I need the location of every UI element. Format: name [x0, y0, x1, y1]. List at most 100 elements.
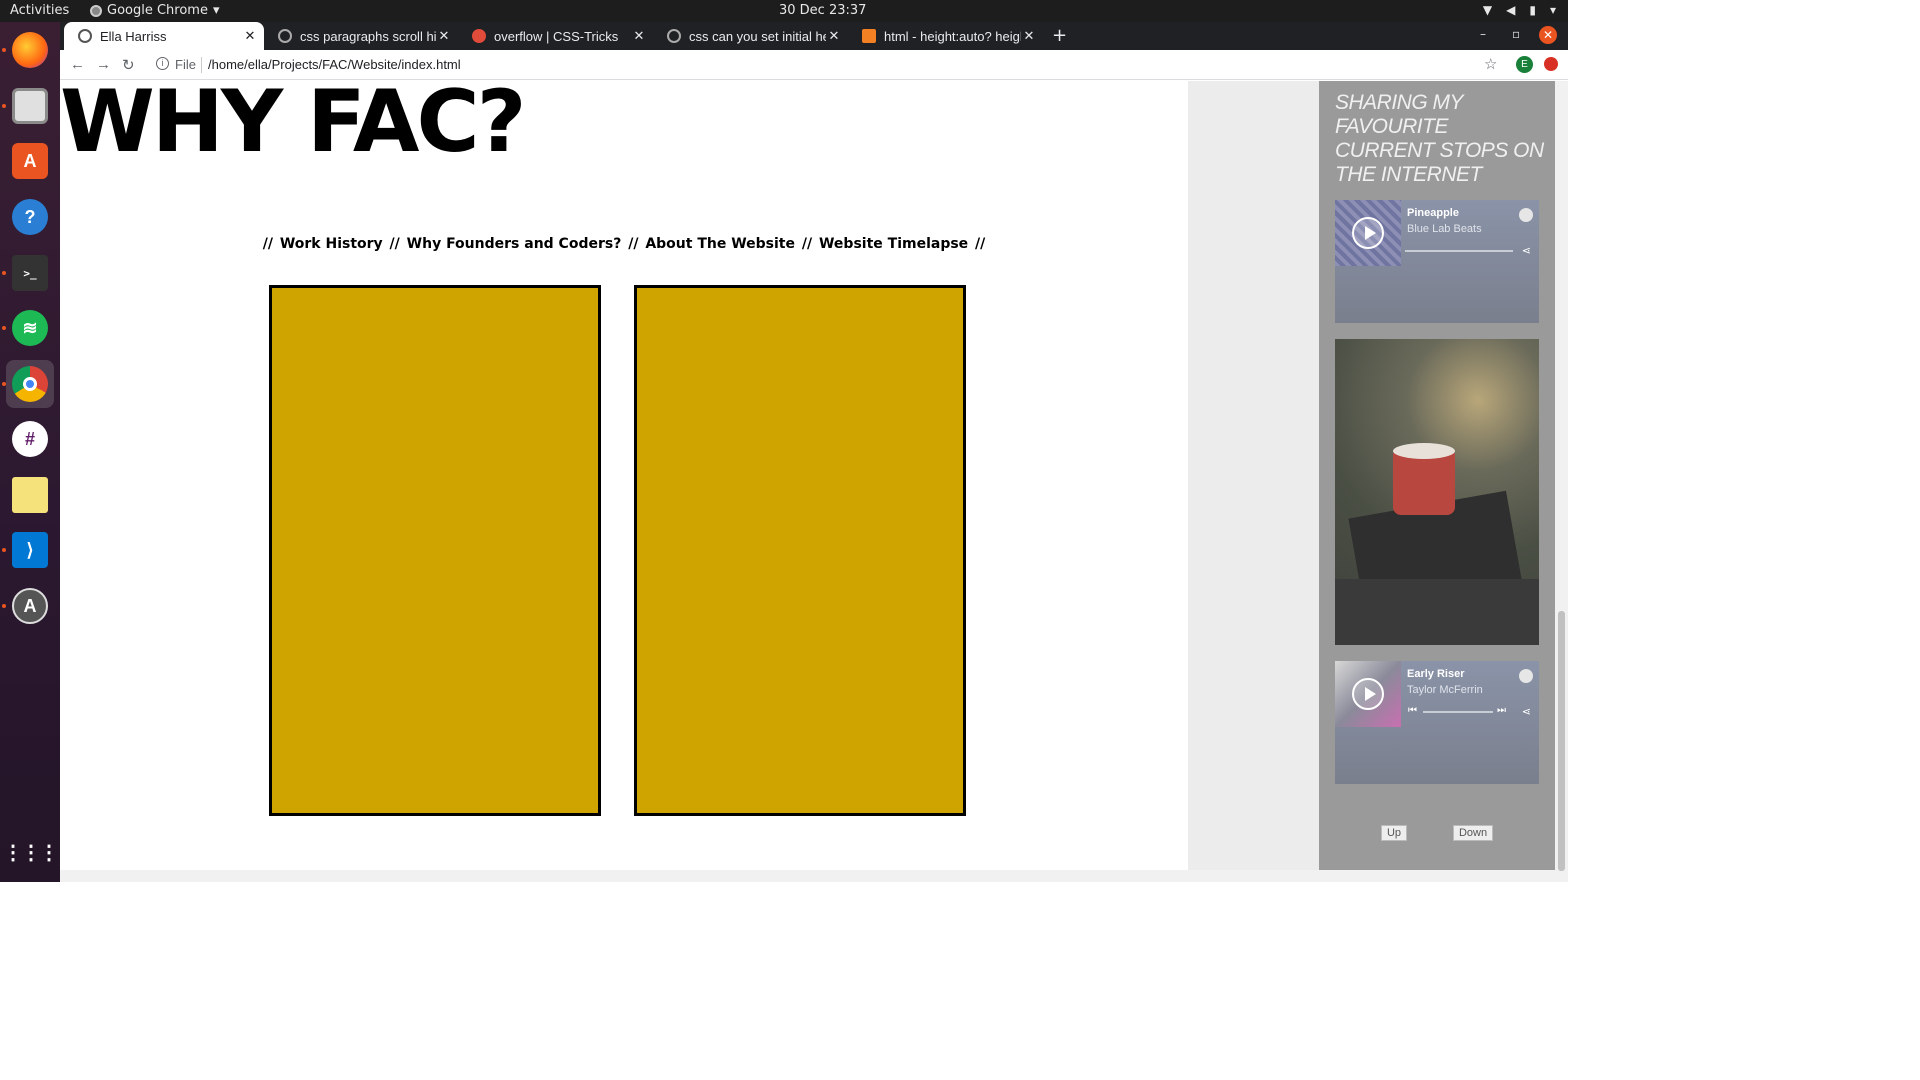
chrome-app-icon	[90, 4, 102, 17]
next-track-icon[interactable]: ⏭	[1497, 705, 1506, 716]
spotify-icon[interactable]	[1519, 208, 1533, 222]
track-title: Early Riser	[1407, 668, 1465, 680]
tab-stackoverflow[interactable]: html - height:auto? height ✕	[848, 22, 1043, 50]
play-button[interactable]	[1352, 217, 1384, 249]
volume-icon: ◀	[1506, 3, 1516, 17]
page-title: WHY FAC?	[60, 81, 526, 172]
tab-css-paragraphs[interactable]: css paragraphs scroll hidden ✕	[264, 22, 458, 50]
extension-icon[interactable]	[1544, 57, 1558, 71]
google-icon	[278, 29, 292, 43]
nav-separator: //	[975, 236, 986, 252]
forward-arrow-icon[interactable]: →	[96, 56, 111, 73]
red-mug	[1393, 451, 1455, 515]
dock-updater[interactable]: A	[2, 582, 54, 630]
address-bar[interactable]: /home/ella/Projects/FAC/Website/index.ht…	[208, 57, 461, 72]
globe-icon	[78, 29, 92, 43]
app-menu[interactable]: Google Chrome ▾	[90, 3, 220, 18]
share-icon[interactable]: ⋖	[1522, 244, 1531, 257]
dock-slack[interactable]: #	[6, 415, 54, 463]
spotify-icon[interactable]	[1519, 669, 1533, 683]
close-icon[interactable]: ✕	[1021, 28, 1037, 44]
chevron-down-icon: ▾	[212, 3, 220, 18]
nav-separator: //	[801, 236, 813, 252]
minimize-button[interactable]: –	[1480, 27, 1486, 41]
sticky-notes-icon	[12, 477, 48, 513]
close-icon[interactable]: ✕	[436, 28, 452, 44]
system-top-bar: Activities Google Chrome ▾ 30 Dec 23:37 …	[0, 0, 1568, 22]
dock-notes[interactable]	[6, 471, 54, 519]
tab-label: css can you set initial height	[689, 28, 826, 44]
nav-link-why-fac[interactable]: Why Founders and Coders?	[407, 236, 622, 252]
christmas-photo	[1335, 339, 1539, 645]
software-center-icon: A	[12, 143, 48, 179]
dock-spotify[interactable]: ≋	[2, 304, 54, 352]
scroll-up-button[interactable]: Up	[1381, 825, 1407, 841]
close-window-button[interactable]: ✕	[1539, 26, 1557, 44]
progress-bar[interactable]	[1405, 250, 1513, 252]
content-card-left	[269, 285, 601, 816]
track-artist: Blue Lab Beats	[1407, 223, 1482, 235]
nav-link-website-timelapse[interactable]: Website Timelapse	[819, 236, 968, 252]
dock-files[interactable]	[2, 82, 54, 130]
scrollbar-thumb[interactable]	[1558, 611, 1565, 871]
new-tab-button[interactable]: +	[1052, 25, 1067, 46]
reload-icon[interactable]: ↻	[122, 56, 135, 74]
close-icon[interactable]: ✕	[242, 28, 258, 44]
info-icon[interactable]: i	[156, 57, 169, 70]
nav-link-work-history[interactable]: Work History	[280, 236, 383, 252]
page-content: WHY FAC? // Work History // Why Founders…	[60, 81, 1188, 870]
sidebar-title: SHARING MY FAVOURITE CURRENT STOPS ON TH…	[1335, 91, 1544, 186]
google-icon	[667, 29, 681, 43]
sidebar: SHARING MY FAVOURITE CURRENT STOPS ON TH…	[1319, 81, 1555, 882]
dock-chrome[interactable]	[2, 360, 54, 408]
dock-help[interactable]: ?	[6, 193, 54, 241]
nav-separator: //	[389, 236, 400, 252]
horizontal-scrollbar[interactable]	[60, 870, 1555, 882]
nav-separator: //	[628, 236, 639, 252]
css-tricks-icon	[472, 29, 486, 43]
battery-icon: ▮	[1529, 3, 1536, 17]
spotify-icon: ≋	[12, 310, 48, 346]
system-tray[interactable]: ▼ ◀ ▮ ▾	[1483, 3, 1556, 17]
stackoverflow-icon	[862, 29, 876, 43]
running-indicator	[2, 104, 6, 108]
dock-vscode[interactable]: ⟩	[2, 526, 54, 574]
close-icon[interactable]: ✕	[826, 28, 842, 44]
clock[interactable]: 30 Dec 23:37	[779, 3, 866, 18]
nav-link-about-website[interactable]: About The Website	[645, 236, 795, 252]
spotify-player-early-riser[interactable]: Early Riser Taylor McFerrin ⏮ ⏭ ⋖	[1335, 661, 1539, 784]
profile-avatar[interactable]: E	[1516, 56, 1533, 73]
content-card-right	[634, 285, 966, 816]
dock-firefox[interactable]	[2, 26, 54, 74]
scroll-down-button[interactable]: Down	[1453, 825, 1493, 841]
play-button[interactable]	[1352, 678, 1384, 710]
wifi-icon: ▼	[1482, 3, 1493, 17]
tab-css-initial-height[interactable]: css can you set initial height ✕	[653, 22, 848, 50]
running-indicator	[2, 382, 6, 386]
track-title: Pineapple	[1407, 207, 1459, 219]
app-menu-label: Google Chrome	[107, 3, 208, 18]
bookmark-star-icon[interactable]: ☆	[1484, 55, 1497, 73]
chevron-down-icon: ▾	[1549, 3, 1556, 17]
vertical-scrollbar[interactable]	[1555, 81, 1568, 882]
slack-icon: #	[12, 421, 48, 457]
activities-button[interactable]: Activities	[10, 3, 69, 18]
previous-track-icon[interactable]: ⏮	[1408, 705, 1417, 716]
tab-css-tricks[interactable]: overflow | CSS-Tricks ✕	[458, 22, 653, 50]
spotify-player-pineapple[interactable]: Pineapple Blue Lab Beats ⋖	[1335, 200, 1539, 323]
dock-terminal[interactable]: >_	[2, 249, 54, 297]
tab-label: overflow | CSS-Tricks	[494, 28, 619, 44]
tab-ella-harriss[interactable]: Ella Harriss ✕	[64, 22, 264, 50]
progress-bar[interactable]	[1423, 711, 1493, 713]
dock-software[interactable]: A	[6, 137, 54, 185]
close-icon[interactable]: ✕	[631, 28, 647, 44]
dock-app-grid[interactable]: ⋮⋮⋮	[3, 828, 59, 876]
share-icon[interactable]: ⋖	[1522, 705, 1531, 718]
marshmallows	[1393, 443, 1455, 459]
chrome-icon	[12, 366, 48, 402]
help-icon: ?	[12, 199, 48, 235]
back-arrow-icon[interactable]: ←	[70, 56, 85, 73]
maximize-button[interactable]: ▫	[1512, 27, 1520, 41]
software-updater-icon: A	[12, 588, 48, 624]
browser-toolbar: ← → ↻ i File /home/ella/Projects/FAC/Web…	[60, 50, 1568, 80]
